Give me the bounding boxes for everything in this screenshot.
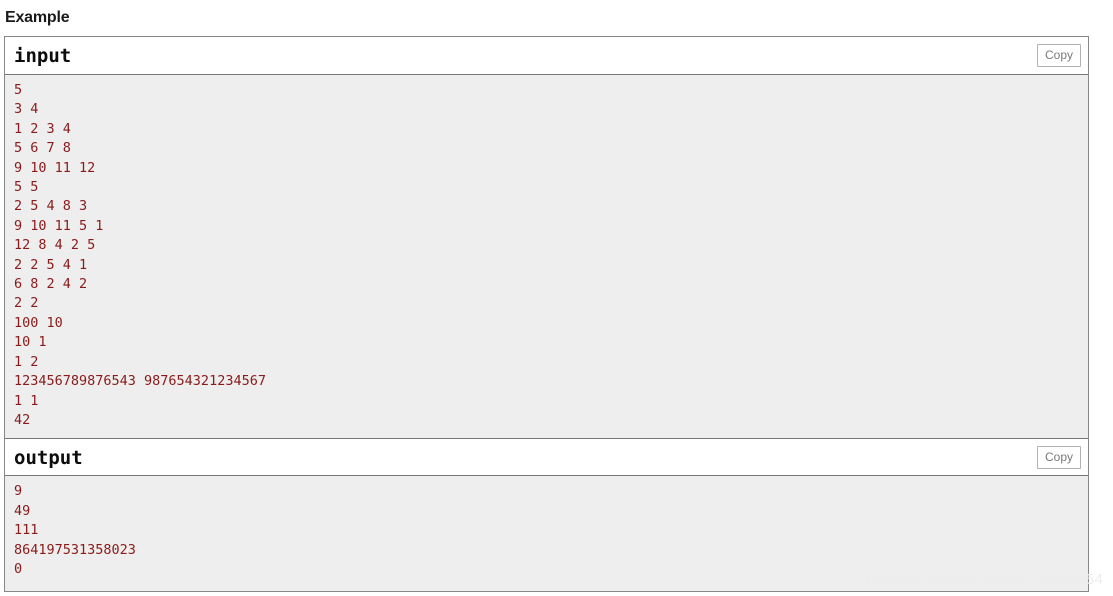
input-section-title: input bbox=[14, 45, 72, 67]
output-section-header: output Copy bbox=[5, 438, 1088, 477]
example-sample-box: input Copy 53 41 2 3 45 6 7 89 10 11 12 5… bbox=[4, 36, 1089, 593]
output-code-line: 864197531358023 bbox=[14, 541, 136, 558]
copy-output-button[interactable]: Copy bbox=[1037, 446, 1081, 470]
input-code-line: 42 bbox=[14, 411, 31, 428]
page-title: Example bbox=[5, 9, 70, 26]
output-code-line: 9 bbox=[14, 483, 23, 500]
input-code-line: 123456789876543 987654321234567 bbox=[14, 373, 266, 390]
input-code-line: 2 2 5 4 1 bbox=[14, 256, 88, 273]
output-section-title: output bbox=[14, 447, 83, 470]
input-code-line: 1 2 3 4 bbox=[14, 120, 71, 137]
input-code-line: 2 5 4 8 3 bbox=[14, 198, 88, 215]
input-code-line: 100 10 bbox=[14, 314, 63, 331]
output-code-line: 49 bbox=[14, 502, 31, 519]
copy-input-button[interactable]: Copy bbox=[1037, 44, 1081, 67]
input-code-line: 6 8 2 4 2 bbox=[14, 276, 88, 293]
output-code-line: 111 bbox=[14, 522, 39, 539]
input-code-line: 5 bbox=[14, 82, 23, 98]
input-code-line: 1 1 bbox=[14, 392, 39, 409]
watermark: https://blog.csdn.net/qq_43690454 bbox=[866, 571, 1103, 588]
input-code-line: 2 2 bbox=[14, 295, 39, 312]
input-code-line: 12 8 4 2 5 bbox=[14, 237, 96, 254]
input-code-line: 9 10 11 5 1 bbox=[14, 217, 104, 234]
input-code-line: 3 4 bbox=[14, 101, 39, 118]
input-section-header: input Copy bbox=[5, 37, 1088, 75]
input-code-line: 5 6 7 8 bbox=[14, 140, 71, 157]
input-code-line: 1 2 bbox=[14, 353, 39, 370]
input-code-block: 5 3 4 1 2 3 4 5 6 7 8 9 10 11 12 5 5 2 5 4 8 3… bbox=[5, 75, 1088, 439]
input-code-line: 5 5 bbox=[14, 179, 39, 196]
input-code-line: 10 1 bbox=[14, 334, 47, 351]
input-code-line: 9 10 11 12 bbox=[14, 159, 96, 176]
